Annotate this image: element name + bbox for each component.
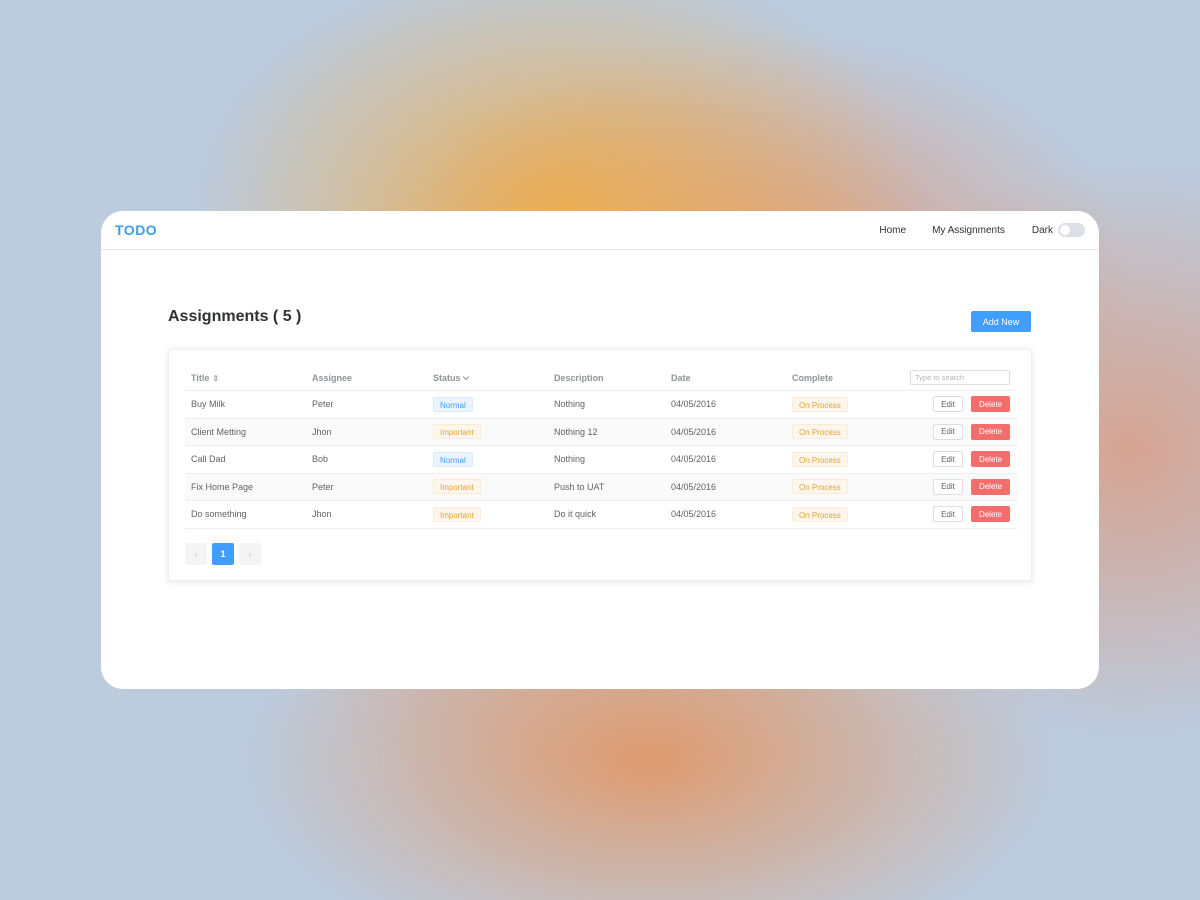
cell-title: Call Dad [191, 454, 226, 465]
cell-date: 04/05/2016 [671, 454, 717, 465]
navbar: TODO Home My Assignments Dark [101, 211, 1099, 250]
cell-complete: On Process [786, 424, 903, 440]
column-header-description: Description [554, 372, 604, 383]
status-badge: Important [433, 479, 481, 495]
dark-mode-label: Dark [1031, 224, 1053, 236]
edit-button[interactable]: Edit [933, 506, 963, 523]
cell-assignee: Jhon [312, 509, 332, 520]
assignments-table: Title ⇕ Assignee Status Description Date … [185, 365, 1017, 529]
delete-button[interactable]: Delete [971, 506, 1010, 523]
status-badge: Normal [433, 451, 473, 467]
complete-badge: On Process [792, 396, 848, 412]
edit-button[interactable]: Edit [933, 396, 963, 413]
table-header-row: Title ⇕ Assignee Status Description Date … [185, 365, 1017, 391]
edit-button[interactable]: Edit [933, 478, 963, 495]
cell-description: Nothing [554, 454, 586, 465]
table-row: Fix Home Page Peter Important Push to UA… [185, 473, 1017, 501]
cell-date: 04/05/2016 [671, 509, 717, 520]
table-row: Client Metting Jhon Important Nothing 12… [185, 418, 1017, 446]
cell-actions: Edit Delete [903, 506, 1017, 523]
column-header-date: Date [671, 372, 691, 383]
column-header-assignee: Assignee [312, 372, 353, 383]
cell-date: 04/05/2016 [671, 481, 717, 492]
table-row: Call Dad Bob Normal Nothing 04/05/2016 O… [185, 446, 1017, 474]
search-input[interactable] [910, 370, 1010, 385]
cell-actions: Edit Delete [903, 423, 1017, 440]
cell-status: Important [427, 424, 548, 440]
delete-button[interactable]: Delete [971, 451, 1010, 468]
cell-complete: On Process [786, 479, 903, 495]
assignments-table-card: Title ⇕ Assignee Status Description Date … [168, 349, 1032, 581]
cell-assignee: Peter [312, 481, 334, 492]
table-row: Buy Milk Peter Normal Nothing 04/05/2016… [185, 391, 1017, 419]
nav-home-link[interactable]: Home [879, 225, 906, 236]
cell-title: Fix Home Page [191, 481, 254, 492]
dark-mode-toggle[interactable] [1058, 223, 1085, 237]
cell-status: Normal [427, 396, 548, 412]
cell-description: Nothing [554, 399, 586, 410]
cell-complete: On Process [786, 451, 903, 467]
chevron-down-icon[interactable] [462, 375, 470, 381]
delete-button[interactable]: Delete [971, 396, 1010, 413]
sort-icon[interactable]: ⇕ [212, 374, 219, 383]
page-header: Assignments ( 5 ) Add New [168, 307, 1031, 333]
status-badge: Important [433, 424, 481, 440]
status-badge: Normal [433, 396, 473, 412]
cell-assignee: Peter [312, 399, 334, 410]
nav-my-assignments-link[interactable]: My Assignments [932, 225, 1005, 236]
column-header-complete: Complete [792, 372, 834, 383]
cell-status: Important [427, 479, 548, 495]
cell-actions: Edit Delete [903, 396, 1017, 413]
cell-actions: Edit Delete [903, 451, 1017, 468]
column-header-title[interactable]: Title ⇕ [185, 373, 306, 383]
cell-assignee: Bob [312, 454, 329, 465]
cell-title: Buy Milk [191, 399, 226, 410]
add-new-button[interactable]: Add New [971, 311, 1031, 332]
app-logo[interactable]: TODO [115, 222, 157, 238]
cell-description: Do it quick [554, 509, 597, 520]
status-badge: Important [433, 506, 481, 522]
cell-date: 04/05/2016 [671, 426, 717, 437]
page-title: Assignments ( 5 ) [168, 308, 302, 325]
toggle-knob [1060, 225, 1070, 235]
column-header-status[interactable]: Status [427, 373, 548, 383]
cell-title: Do something [191, 509, 247, 520]
cell-complete: On Process [786, 396, 903, 412]
delete-button[interactable]: Delete [971, 423, 1010, 440]
edit-button[interactable]: Edit [933, 451, 963, 468]
cell-date: 04/05/2016 [671, 399, 717, 410]
cell-complete: On Process [786, 506, 903, 522]
cell-assignee: Jhon [312, 426, 332, 437]
column-status-label: Status [433, 372, 461, 383]
pagination: ‹ 1 › [185, 543, 266, 565]
cell-status: Normal [427, 451, 548, 467]
app-window: TODO Home My Assignments Dark Assignment… [101, 211, 1099, 689]
complete-badge: On Process [792, 479, 848, 495]
column-title-label: Title [191, 372, 210, 383]
search-cell [903, 370, 1017, 385]
next-page-button[interactable]: › [239, 543, 261, 565]
complete-badge: On Process [792, 506, 848, 522]
cell-status: Important [427, 506, 548, 522]
complete-badge: On Process [792, 451, 848, 467]
cell-title: Client Metting [191, 426, 247, 437]
complete-badge: On Process [792, 424, 848, 440]
prev-page-button[interactable]: ‹ [185, 543, 207, 565]
cell-description: Nothing 12 [554, 426, 598, 437]
nav-links: Home My Assignments Dark [879, 223, 1085, 237]
cell-actions: Edit Delete [903, 478, 1017, 495]
delete-button[interactable]: Delete [971, 478, 1010, 495]
table-row: Do something Jhon Important Do it quick … [185, 501, 1017, 529]
page-number-button[interactable]: 1 [212, 543, 234, 565]
cell-description: Push to UAT [554, 481, 605, 492]
edit-button[interactable]: Edit [933, 423, 963, 440]
